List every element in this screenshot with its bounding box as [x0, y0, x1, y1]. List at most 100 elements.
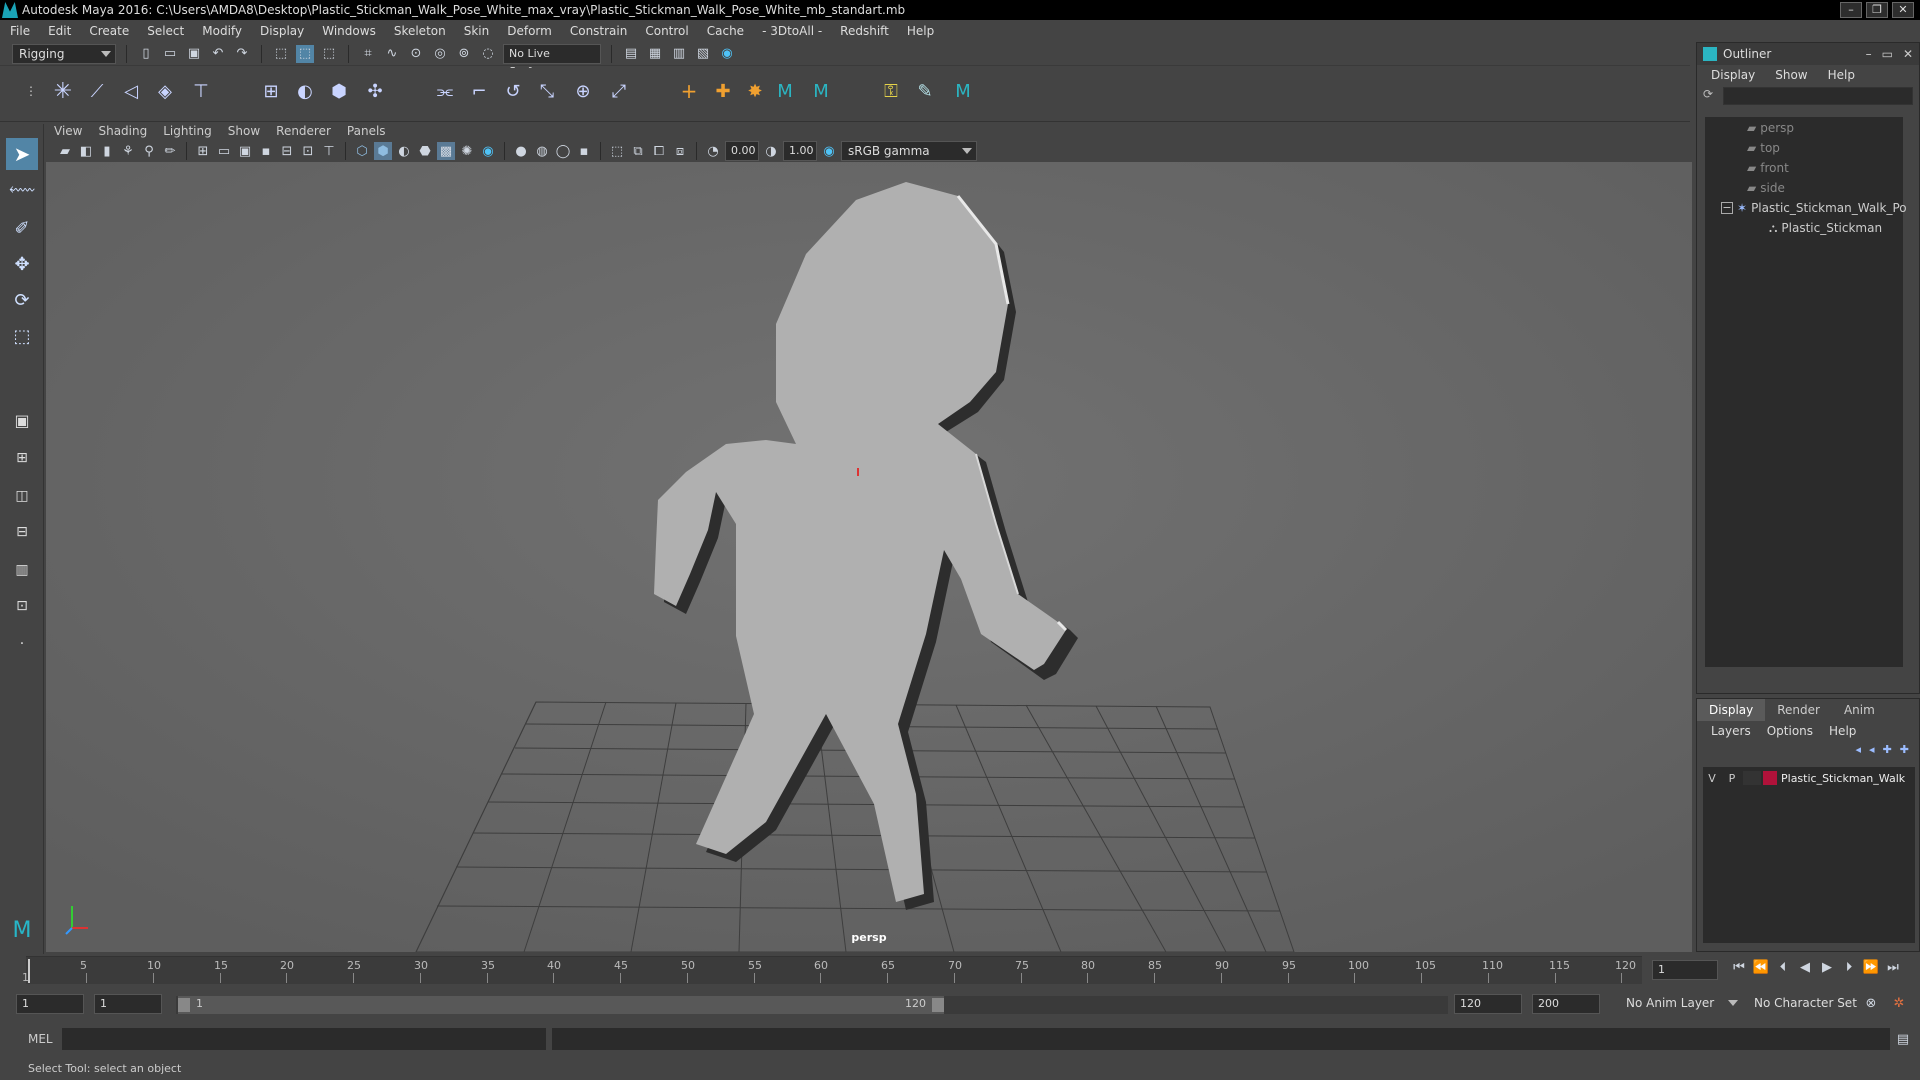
play-forwards-icon[interactable]: ▶	[1818, 958, 1836, 976]
go-to-end-icon[interactable]: ⏭	[1884, 958, 1902, 976]
shadows-icon[interactable]: ◉	[479, 142, 497, 160]
camera-select-icon[interactable]: ▰	[56, 142, 74, 160]
mirror-joint-icon[interactable]: ⊤	[186, 76, 216, 106]
script-language-toggle[interactable]: MEL	[28, 1032, 53, 1046]
play-backwards-icon[interactable]: ◀	[1796, 958, 1814, 976]
character-set-dropdown[interactable]: No Character Set	[1748, 994, 1870, 1014]
menu-select[interactable]: Select	[147, 24, 184, 38]
step-back-frame-icon[interactable]: ⏴	[1774, 958, 1792, 976]
exposure-field[interactable]: 0.00	[725, 141, 759, 161]
exposure-icon[interactable]: ◔	[704, 142, 722, 160]
snap-curve-icon[interactable]: ∿	[383, 45, 401, 63]
minimize-button[interactable]: –	[1840, 2, 1862, 18]
list-item[interactable]: − ✶ Plastic_Stickman_Walk_Po	[1721, 199, 1907, 217]
paint-weights-icon[interactable]: ◐	[290, 76, 320, 106]
xray-joints-icon[interactable]: ⧠	[650, 142, 668, 160]
select-hierarchy-icon[interactable]: ⬚	[272, 45, 290, 63]
custom-layout-icon[interactable]: ·	[6, 628, 38, 660]
wireframe-on-shaded-icon[interactable]: ⬣	[416, 142, 434, 160]
locator-icon[interactable]: +	[674, 76, 704, 106]
parent-constraint-icon[interactable]: ⫘	[430, 76, 460, 106]
snap-grid-icon[interactable]: ⌗	[359, 45, 377, 63]
aim-constraint-icon[interactable]: ⊕	[568, 76, 598, 106]
persp-outliner-layout-icon[interactable]: ◫	[6, 480, 38, 512]
snap-view-icon[interactable]: ◎	[431, 45, 449, 63]
range-slider[interactable]: 1 120	[176, 996, 1448, 1014]
layer-menu-help[interactable]: Help	[1829, 724, 1856, 738]
menu-constrain[interactable]: Constrain	[570, 24, 628, 38]
menu-file[interactable]: File	[10, 24, 30, 38]
outliner-menu-display[interactable]: Display	[1711, 68, 1755, 82]
menu-windows[interactable]: Windows	[322, 24, 376, 38]
select-tool-icon[interactable]: ➤	[6, 138, 38, 170]
auto-key-icon[interactable]: ⊗	[1862, 994, 1880, 1012]
gamma-field[interactable]: 1.00	[783, 141, 817, 161]
paint-tool-icon[interactable]: ✎	[910, 76, 940, 106]
command-input[interactable]	[62, 1028, 546, 1050]
snap-center-icon[interactable]: ◌	[479, 45, 497, 63]
tab-display[interactable]: Display	[1697, 699, 1766, 721]
ik-handle-icon[interactable]: ⟋	[82, 76, 112, 106]
gate-mask-icon[interactable]: ▪	[257, 142, 275, 160]
step-forward-key-icon[interactable]: ⏩	[1862, 958, 1880, 976]
safe-action-icon[interactable]: ⊡	[299, 142, 317, 160]
color-management-icon[interactable]: ◉	[820, 142, 838, 160]
locator-add-icon[interactable]: ✚	[708, 76, 738, 106]
menu-modify[interactable]: Modify	[202, 24, 242, 38]
use-default-material-icon[interactable]: ◐	[395, 142, 413, 160]
smooth-shade-icon[interactable]: ⬢	[374, 142, 392, 160]
maximize-button[interactable]: ▭	[1882, 47, 1893, 61]
persp-graph-hypergraph-layout-icon[interactable]: ▥	[6, 554, 38, 586]
layer-menu-options[interactable]: Options	[1767, 724, 1813, 738]
live-surface-field[interactable]: No Live Surface	[503, 43, 601, 78]
resolution-gate-icon[interactable]: ▣	[236, 142, 254, 160]
viewport-menu-lighting[interactable]: Lighting	[163, 124, 212, 138]
move-layer-down-icon[interactable]: ◂	[1869, 743, 1875, 756]
bind-skin-icon[interactable]: ⊞	[256, 76, 286, 106]
close-button[interactable]: ✕	[1903, 47, 1913, 61]
tab-render[interactable]: Render	[1765, 699, 1832, 721]
move-tool-icon[interactable]: ✥	[6, 248, 38, 280]
cluster-icon[interactable]: ✣	[360, 76, 390, 106]
render-frame-icon[interactable]: ▦	[646, 45, 664, 63]
render-settings-icon[interactable]: ▧	[694, 45, 712, 63]
viewport-menu-shading[interactable]: Shading	[98, 124, 147, 138]
start-time-field[interactable]: 1	[16, 994, 84, 1014]
locator-star-icon[interactable]: ✸	[740, 76, 770, 106]
safe-title-icon[interactable]: ⊤	[320, 142, 338, 160]
layer-color-swatch[interactable]	[1763, 771, 1777, 785]
layer-visibility-toggle[interactable]: V	[1703, 772, 1721, 785]
anim-layer-dropdown[interactable]: No Anim Layer	[1620, 994, 1742, 1014]
single-perspective-layout-icon[interactable]: ▣	[6, 404, 38, 436]
camera-lock-icon[interactable]: ◧	[77, 142, 95, 160]
point-constraint-icon[interactable]: ⌐	[464, 76, 494, 106]
2d-pan-zoom-icon[interactable]: ⚲	[140, 142, 158, 160]
tab-anim[interactable]: Anim	[1832, 699, 1887, 721]
menu-skin[interactable]: Skin	[464, 24, 490, 38]
current-time-indicator[interactable]	[28, 959, 30, 983]
list-item[interactable]: ▰ side	[1747, 179, 1785, 197]
menu-redshift[interactable]: Redshift	[840, 24, 889, 38]
time-ruler[interactable]: 1 5 10 15 20 25 30 35 40 45 50 55 60 65 70 75 80 85 90 95 1…	[22, 956, 1642, 984]
anim-start-field[interactable]: 1	[94, 994, 162, 1014]
redo-icon[interactable]: ↷	[233, 45, 251, 63]
shelf-options-icon[interactable]: ⋮	[16, 76, 46, 106]
menu-create[interactable]: Create	[89, 24, 129, 38]
range-end-handle[interactable]	[932, 998, 944, 1012]
select-object-icon[interactable]: ⬚	[296, 44, 314, 63]
outliner-menu-show[interactable]: Show	[1775, 68, 1807, 82]
persp-graph-layout-icon[interactable]: ⊟	[6, 516, 38, 548]
hypershade-layout-icon[interactable]: ⊡	[6, 590, 38, 622]
grease-pencil-icon[interactable]: ✏	[161, 142, 179, 160]
maya-tool-icon-b[interactable]: M	[806, 76, 836, 106]
menu-cache[interactable]: Cache	[707, 24, 744, 38]
end-time-field[interactable]: 200	[1532, 994, 1600, 1014]
maximize-button[interactable]: ❐	[1866, 2, 1888, 18]
time-slider[interactable]: 1 5 10 15 20 25 30 35 40 45 50 55 60 65 70 75 80 85 90 95 1…	[0, 956, 1920, 986]
lattice-icon[interactable]: ⬢	[324, 76, 354, 106]
view-transform-dropdown[interactable]: sRGB gamma	[841, 141, 977, 161]
anim-end-field[interactable]: 120	[1454, 994, 1522, 1014]
collapse-toggle-icon[interactable]: −	[1721, 202, 1733, 214]
grid-icon[interactable]: ⊞	[194, 142, 212, 160]
four-view-layout-icon[interactable]: ⊞	[6, 442, 38, 474]
